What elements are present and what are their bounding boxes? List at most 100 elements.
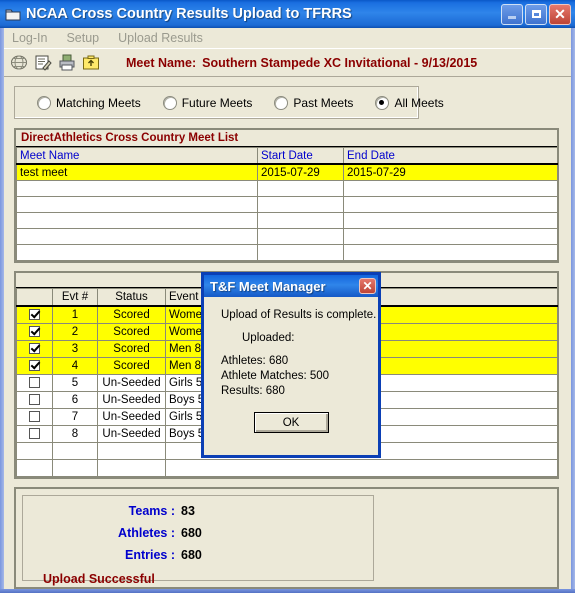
minimize-button[interactable] xyxy=(501,3,523,25)
checkbox-checked-icon[interactable] xyxy=(29,326,40,338)
menu-log-in[interactable]: Log-In xyxy=(10,30,56,46)
cell-end-date xyxy=(343,212,558,229)
cell-end-date xyxy=(343,228,558,245)
column-header-end-date[interactable]: End Date xyxy=(343,147,558,165)
title-bar: NCAA Cross Country Results Upload to TFR… xyxy=(0,0,575,28)
menu-upload-results[interactable]: Upload Results xyxy=(116,30,212,46)
cell-status: Scored xyxy=(97,305,166,324)
cell-evt-number: 8 xyxy=(52,425,98,443)
summary-panel: Teams : 83 Athletes : 680 Entries : 680 … xyxy=(14,487,559,589)
summary-label-entries: Entries : xyxy=(124,548,175,562)
cell-meet-name xyxy=(16,244,258,261)
radio-past-meets[interactable]: Past Meets xyxy=(274,95,354,110)
cell-end-date: 2015-07-29 xyxy=(343,163,558,181)
cell-status: Un-Seeded xyxy=(97,374,166,392)
cell-meet-name xyxy=(16,212,258,229)
cell-select[interactable] xyxy=(16,374,53,392)
summary-value-teams: 83 xyxy=(181,504,195,518)
table-row[interactable] xyxy=(16,180,558,197)
cell-status xyxy=(97,442,166,460)
maximize-button[interactable] xyxy=(525,3,547,25)
meet-manager-dialog: T&F Meet Manager ✕ Upload of Results is … xyxy=(201,272,381,458)
cell-start-date xyxy=(257,180,344,197)
cell-evt-number: 2 xyxy=(52,323,98,341)
cell-select[interactable] xyxy=(16,391,53,409)
cell-select[interactable] xyxy=(16,323,53,341)
cell-evt-number: 4 xyxy=(52,357,98,375)
meet-list-table: Meet Name Start Date End Date test meet … xyxy=(16,147,558,261)
checkbox-checked-icon[interactable] xyxy=(29,309,40,321)
meet-filter-group: Matching Meets Future Meets Past Meets A… xyxy=(14,86,444,119)
menu-bar: Log-In Setup Upload Results xyxy=(4,28,571,48)
edit-document-icon[interactable] xyxy=(32,52,54,73)
summary-row-athletes: Athletes : 680 xyxy=(23,526,373,548)
cell-select[interactable] xyxy=(16,340,53,358)
table-row[interactable]: test meet 2015-07-29 2015-07-29 xyxy=(16,163,558,181)
cell-evt-number: 3 xyxy=(52,340,98,358)
upload-status-message: Upload Successful xyxy=(43,572,155,586)
radio-label: Past Meets xyxy=(293,95,354,110)
summary-label-athletes: Athletes : xyxy=(118,526,175,540)
checkbox-unchecked-icon[interactable] xyxy=(29,377,40,389)
toolbar: Meet Name: Southern Stampede XC Invitati… xyxy=(4,48,571,77)
radio-future-meets[interactable]: Future Meets xyxy=(162,95,252,110)
cell-meet-name xyxy=(16,228,258,245)
dialog-body: Upload of Results is complete. Uploaded:… xyxy=(204,297,378,477)
radio-matching-meets[interactable]: Matching Meets xyxy=(37,95,141,110)
checkbox-unchecked-icon[interactable] xyxy=(29,394,40,406)
folder-window-icon xyxy=(5,7,21,22)
ok-button[interactable]: OK xyxy=(253,412,329,433)
table-row[interactable] xyxy=(16,196,558,213)
dialog-spacer xyxy=(204,324,378,332)
cell-status xyxy=(97,459,166,477)
summary-value-entries: 680 xyxy=(181,548,202,562)
column-header-meet-name[interactable]: Meet Name xyxy=(16,147,258,165)
export-briefcase-icon[interactable] xyxy=(80,52,102,73)
network-globe-icon[interactable] xyxy=(8,52,30,73)
dialog-button-row: OK xyxy=(204,412,378,433)
checkbox-checked-icon[interactable] xyxy=(29,343,40,355)
checkbox-unchecked-icon[interactable] xyxy=(29,428,40,440)
cell-select[interactable] xyxy=(16,425,53,443)
printer-icon[interactable] xyxy=(56,52,78,73)
cell-end-date xyxy=(343,244,558,261)
radio-indicator-selected xyxy=(375,95,390,110)
checkbox-unchecked-icon[interactable] xyxy=(29,411,40,423)
checkbox-checked-icon[interactable] xyxy=(29,360,40,372)
cell-evt-number: 7 xyxy=(52,408,98,426)
window-title: NCAA Cross Country Results Upload to TFR… xyxy=(26,6,352,22)
cell-end-date xyxy=(343,180,558,197)
table-row[interactable] xyxy=(16,228,558,245)
dialog-title-bar: T&F Meet Manager ✕ xyxy=(204,275,378,297)
close-icon: ✕ xyxy=(362,278,373,293)
cell-end-date xyxy=(343,196,558,213)
dialog-close-button[interactable]: ✕ xyxy=(359,278,376,294)
minimize-icon xyxy=(508,16,516,19)
column-header-select[interactable] xyxy=(16,288,53,307)
column-header-start-date[interactable]: Start Date xyxy=(257,147,344,165)
radio-indicator xyxy=(37,95,51,110)
maximize-icon xyxy=(531,10,541,18)
table-row[interactable] xyxy=(16,212,558,229)
cell-evt-number: 6 xyxy=(52,391,98,409)
cell-select[interactable] xyxy=(16,408,53,426)
radio-indicator xyxy=(162,95,177,110)
dialog-stat-athletes: Athletes: 680 xyxy=(221,355,289,367)
window-frame-right xyxy=(571,28,575,593)
dialog-title: T&F Meet Manager xyxy=(210,278,326,294)
close-button[interactable]: ✕ xyxy=(549,3,571,25)
menu-setup[interactable]: Setup xyxy=(64,30,108,46)
cell-start-date: 2015-07-29 xyxy=(257,163,344,181)
cell-start-date xyxy=(257,228,344,245)
radio-all-meets[interactable]: All Meets xyxy=(375,95,444,110)
cell-evt-number xyxy=(52,459,98,477)
summary-row-teams: Teams : 83 xyxy=(23,504,373,526)
cell-select[interactable] xyxy=(16,357,53,375)
summary-label-teams: Teams : xyxy=(128,504,175,518)
column-header-evt-number[interactable]: Evt # xyxy=(52,288,98,307)
dialog-message-uploaded-header: Uploaded: xyxy=(242,332,295,344)
cell-start-date xyxy=(257,212,344,229)
table-row[interactable] xyxy=(16,244,558,261)
column-header-status[interactable]: Status xyxy=(97,288,166,307)
cell-select[interactable] xyxy=(16,305,53,324)
